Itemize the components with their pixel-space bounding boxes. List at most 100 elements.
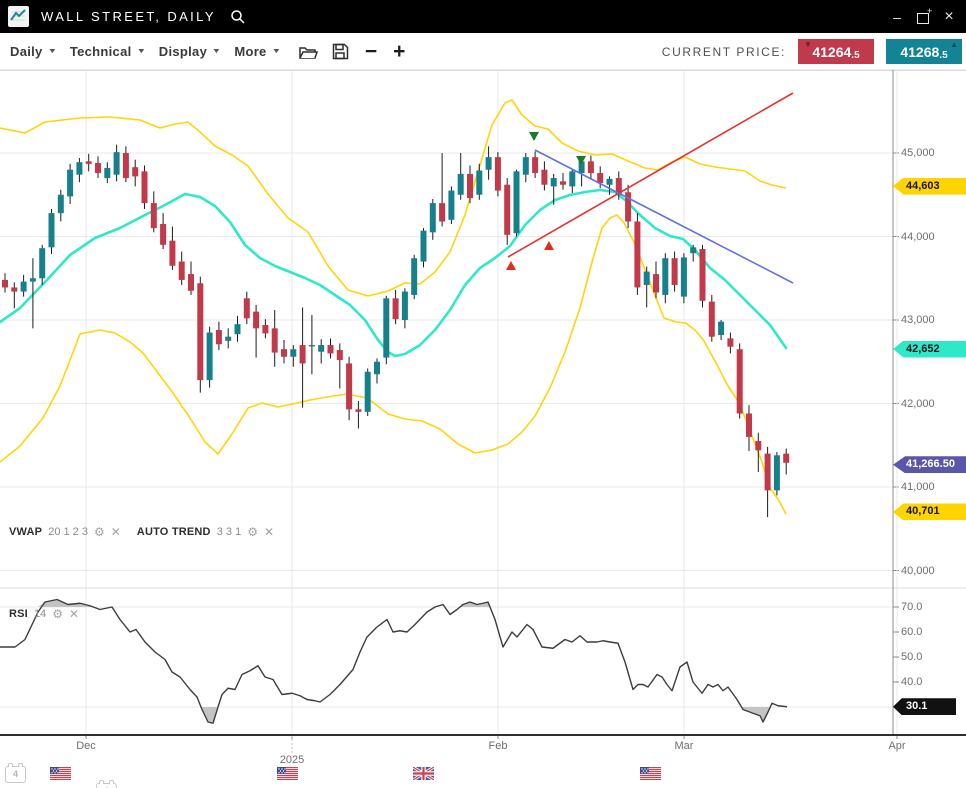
close-icon[interactable]: ✕ (111, 526, 121, 538)
date-label: Feb (476, 740, 520, 752)
candle-body (476, 171, 482, 195)
candle-body (346, 363, 352, 409)
candle-body (272, 328, 278, 352)
candle-body (328, 345, 334, 353)
candle-body (439, 203, 445, 221)
candle-body (132, 167, 138, 176)
price-axis-label: 41,000 (901, 480, 935, 494)
buy-signal-arrow-icon (544, 241, 554, 250)
close-icon[interactable]: ✕ (264, 526, 274, 538)
date-label: Dec (64, 740, 108, 752)
candle-body (244, 298, 250, 318)
indicator-row: VWAP 20 1 2 3 ⚙ ✕ AUTO TREND 3 3 1 ⚙ ✕ (9, 526, 274, 538)
rsi-threshold-fill (201, 707, 217, 723)
close-icon[interactable]: ✕ (69, 608, 79, 620)
candle-body (58, 195, 64, 213)
rsi-indicator-row: RSI 14 ⚙ ✕ (9, 608, 79, 620)
vwap-indicator-params: 20 1 2 3 (48, 526, 88, 538)
price-axis-label: 40,000 (901, 564, 935, 578)
calendar-event-icon[interactable]: 4 (5, 766, 26, 783)
candle-body (700, 249, 706, 301)
candle-body (504, 185, 510, 235)
candle-body (709, 302, 715, 337)
candle-body (393, 298, 399, 319)
autotrend-indicator-label: AUTO TREND (137, 526, 211, 538)
candle-body (49, 213, 55, 247)
candle-body (374, 362, 380, 375)
trading-chart-window: WALL STREET, DAILY – + × Daily▼ Technica… (0, 0, 966, 788)
candle-body (104, 168, 110, 178)
candle-body (774, 455, 780, 490)
us-flag-icon[interactable] (277, 767, 298, 780)
candle-body (30, 278, 36, 281)
us-flag-icon[interactable] (640, 767, 661, 780)
candle-body (607, 179, 613, 185)
buy-signal-arrow-icon (506, 261, 516, 270)
candle-body (197, 283, 203, 380)
candle-body (532, 157, 538, 173)
candle-body (300, 345, 306, 363)
candle-body (11, 287, 17, 291)
candle-body (448, 191, 454, 220)
candle-body (76, 162, 82, 175)
rsi-value-tag: 30.1 (893, 698, 956, 715)
gear-icon[interactable]: ⚙ (94, 526, 105, 538)
candle-body (281, 349, 287, 357)
gear-icon[interactable]: ⚙ (247, 526, 258, 538)
uk-flag-icon[interactable] (413, 767, 434, 780)
price-axis-label: 44,000 (901, 230, 935, 244)
rsi-indicator-label: RSI (9, 608, 28, 620)
candle-body (523, 157, 529, 175)
price-tag: 42,652 (893, 341, 966, 358)
rsi-axis-label: 60.0 (901, 625, 922, 639)
candle-body (309, 345, 315, 346)
candle-body (495, 157, 501, 190)
candle-body (188, 274, 194, 291)
candle-body (95, 163, 101, 173)
price-axis-label: 45,000 (901, 146, 935, 160)
candle-body (383, 298, 389, 357)
candle-body (737, 349, 743, 413)
candle-body (551, 178, 557, 186)
sell-signal-arrow-icon (529, 132, 539, 141)
candle-body (290, 349, 296, 357)
candle-body (746, 414, 752, 437)
candle-body (402, 292, 408, 320)
candle-body (337, 350, 343, 360)
candle-body (569, 171, 575, 186)
price-tag: 44,603 (893, 178, 966, 195)
date-label: Mar (662, 740, 706, 752)
candle-body (21, 282, 27, 292)
candle-body (216, 330, 222, 344)
candle-body (588, 161, 594, 173)
candle-body (690, 247, 696, 253)
candle-body (225, 337, 231, 341)
candle-body (207, 333, 213, 381)
candle-body (541, 170, 547, 185)
candle-body (262, 325, 268, 333)
candle-body (123, 153, 129, 178)
candle-body (114, 152, 120, 175)
candle-body (681, 257, 687, 296)
candle-body (39, 248, 45, 278)
rsi-axis-label: 40.0 (901, 675, 922, 689)
rsi-indicator-params: 14 (34, 608, 46, 620)
calendar-event-icon[interactable]: 4 (96, 783, 117, 788)
us-flag-icon[interactable] (50, 767, 71, 780)
candle-body (2, 280, 8, 288)
price-axis-label: 42,000 (901, 397, 935, 411)
candle-body (355, 409, 361, 412)
gear-icon[interactable]: ⚙ (52, 608, 63, 620)
price-chart-canvas[interactable] (0, 0, 966, 788)
candle-body (160, 224, 166, 245)
candle-body (765, 454, 771, 491)
candle-body (486, 157, 492, 170)
date-label: Apr (875, 740, 919, 752)
candle-body (755, 441, 761, 450)
price-axis-label: 43,000 (901, 313, 935, 327)
candle-body (86, 161, 92, 164)
candle-body (458, 174, 464, 195)
candle-body (653, 274, 659, 292)
candle-body (318, 345, 324, 352)
rsi-line (0, 600, 787, 724)
